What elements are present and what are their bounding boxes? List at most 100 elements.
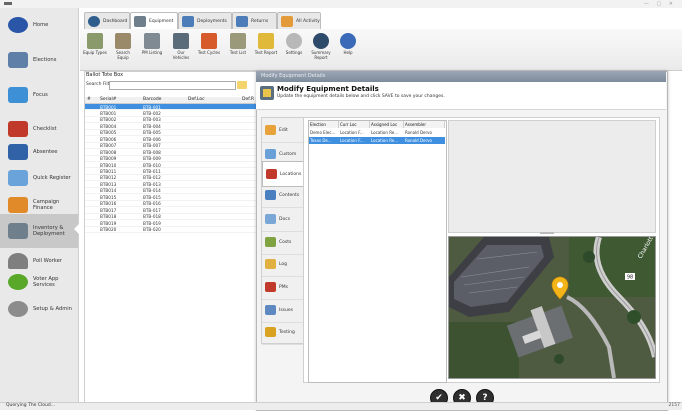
focus-icon	[8, 87, 28, 103]
curr-cell: Location F...	[340, 137, 364, 143]
test-report-icon	[258, 33, 274, 49]
sidebar-item-voter-app-services[interactable]: Voter App Services	[0, 267, 78, 297]
serial-cell: BTB009	[100, 156, 117, 162]
contents-icon	[265, 190, 276, 200]
serial-cell: BTB020	[100, 227, 117, 233]
barcode-cell: BTB-009	[143, 156, 161, 162]
splitter-handle[interactable]	[540, 232, 554, 234]
button-label: Test List	[229, 50, 247, 55]
column-header-defloc[interactable]: Def.Loc	[188, 97, 205, 102]
tab-dashboard[interactable]: Dashboard	[84, 12, 130, 30]
equip-types-button[interactable]: Equip Types	[83, 32, 107, 67]
sidebar-item-setup-admin[interactable]: Setup & Admin	[0, 294, 78, 324]
sidebar-item-label: Voter App Services	[33, 276, 59, 288]
column-header-serial[interactable]: Serial#	[100, 97, 117, 102]
nav-tab-label: Testing	[279, 329, 295, 335]
tab-returns[interactable]: Returns	[232, 12, 277, 30]
list-title: Ballot Tote Box	[86, 72, 124, 78]
quick-register-icon	[8, 170, 28, 186]
barcode-cell: BTB-019	[143, 220, 161, 226]
row-indicator-header: #	[87, 97, 91, 102]
serial-cell: BTB004	[100, 123, 117, 129]
nav-tab-contents[interactable]: Contents	[262, 183, 303, 208]
table-row[interactable]: BTB020 BTB-020	[85, 227, 257, 233]
sidebar-item-quick-register[interactable]: Quick Register	[0, 163, 78, 193]
search-equip-icon	[115, 33, 131, 49]
column-header-assembler[interactable]: Assembler	[404, 121, 445, 128]
search-equip-button[interactable]: Search Equip	[111, 32, 135, 67]
location-map[interactable]: 98 Charlotte	[448, 236, 656, 379]
button-label: Equip Types	[83, 50, 107, 55]
summary-report-button[interactable]: Summary Report	[309, 32, 333, 67]
barcode-cell: BTB-006	[143, 136, 161, 142]
campaign-finance-icon	[8, 197, 28, 213]
sidebar-item-label: Setup & Admin	[33, 306, 72, 312]
column-header-barcode[interactable]: Barcode	[143, 97, 161, 102]
serial-cell: BTB001	[100, 110, 117, 116]
barcode-cell: BTB-018	[143, 214, 161, 220]
column-header-election[interactable]: Election	[309, 121, 339, 128]
sidebar-item-label: Elections	[33, 57, 57, 63]
inventory-icon	[8, 223, 28, 239]
serial-cell: BTB005	[100, 130, 117, 136]
tab-all-activity[interactable]: All Activity	[277, 12, 321, 30]
test-report-button[interactable]: Test Report	[254, 32, 278, 67]
barcode-cell: BTB-010	[143, 162, 161, 168]
button-label: Test Cycles	[197, 50, 221, 55]
sidebar-item-focus[interactable]: Focus	[0, 80, 78, 110]
settings-button[interactable]: Settings	[282, 32, 306, 67]
nav-tab-label: Log	[279, 261, 288, 267]
wrench-icon	[144, 33, 160, 49]
serial-cell: BTB010	[100, 162, 117, 168]
barcode-cell: BTB-007	[143, 143, 161, 149]
test-list-button[interactable]: Test List	[226, 32, 250, 67]
barcode-cell: BTB-004	[143, 123, 161, 129]
test-cycles-button[interactable]: Test Cycles	[197, 32, 221, 67]
tab-equipment[interactable]: Equipment	[130, 12, 178, 30]
window-controls[interactable]: — ▢ ✕	[644, 1, 676, 7]
app-menu-icon[interactable]	[4, 2, 12, 5]
elections-icon	[8, 52, 28, 68]
barcode-cell: BTB-011	[143, 169, 161, 174]
sidebar-item-label: Home	[33, 22, 49, 28]
tab-label: All Activity	[296, 18, 320, 24]
barcode-cell: BTB-017	[143, 207, 161, 213]
help-icon	[340, 33, 356, 49]
nav-tab-testing[interactable]: Testing	[262, 320, 303, 345]
sidebar-item-home[interactable]: Home	[0, 10, 78, 40]
serial-cell: BTB006	[100, 136, 117, 142]
location-row[interactable]: Demo Elec... Location F... Location Re... R…	[309, 129, 445, 136]
sidebar-item-label: Quick Register	[33, 175, 71, 181]
tab-label: Returns	[251, 18, 269, 24]
nav-tab-docs[interactable]: Docs	[262, 207, 303, 232]
barcode-cell: BTB-013	[143, 181, 161, 187]
button-label: Test Report	[254, 50, 278, 55]
column-header-assigned-loc[interactable]: Assigned Loc	[370, 121, 404, 128]
pm-listing-button[interactable]: PM Listing	[140, 32, 164, 67]
barcode-cell: BTB-014	[143, 188, 161, 194]
column-header-defr[interactable]: Def.R	[242, 97, 254, 102]
locations-table	[308, 120, 447, 383]
filter-icon[interactable]	[237, 81, 247, 89]
nav-tab-pms[interactable]: PMs	[262, 275, 303, 300]
serial-cell: BTB018	[100, 214, 117, 220]
nav-tab-label: Docs	[279, 216, 291, 222]
tab-deployments[interactable]: Deployments	[178, 12, 232, 30]
sidebar-item-elections[interactable]: Elections	[0, 45, 78, 75]
column-header-curr-loc[interactable]: Curr Loc	[339, 121, 370, 128]
nav-tab-label: Issues	[279, 307, 293, 313]
tab-label: Equipment	[149, 18, 174, 24]
barcode-cell: BTB-008	[143, 149, 161, 155]
sidebar-item-label: Inventory & Deployment	[33, 225, 65, 237]
search-filter-input[interactable]	[109, 81, 236, 90]
location-row[interactable]: Texas De... Location F... Location Re... Ro…	[309, 136, 445, 144]
edit-icon	[265, 125, 276, 135]
sidebar-item-inventory-deployment[interactable]: Inventory & Deployment	[0, 214, 79, 248]
our-vehicles-button[interactable]: Our Vehicles	[169, 32, 193, 67]
nav-tab-log[interactable]: Log	[262, 252, 303, 277]
button-label: PM Listing	[141, 50, 163, 55]
barcode-cell: BTB-020	[143, 227, 161, 233]
vehicle-icon	[173, 33, 189, 49]
help-button[interactable]: Help	[336, 32, 360, 67]
nav-tab-edit[interactable]: Edit	[262, 118, 303, 143]
